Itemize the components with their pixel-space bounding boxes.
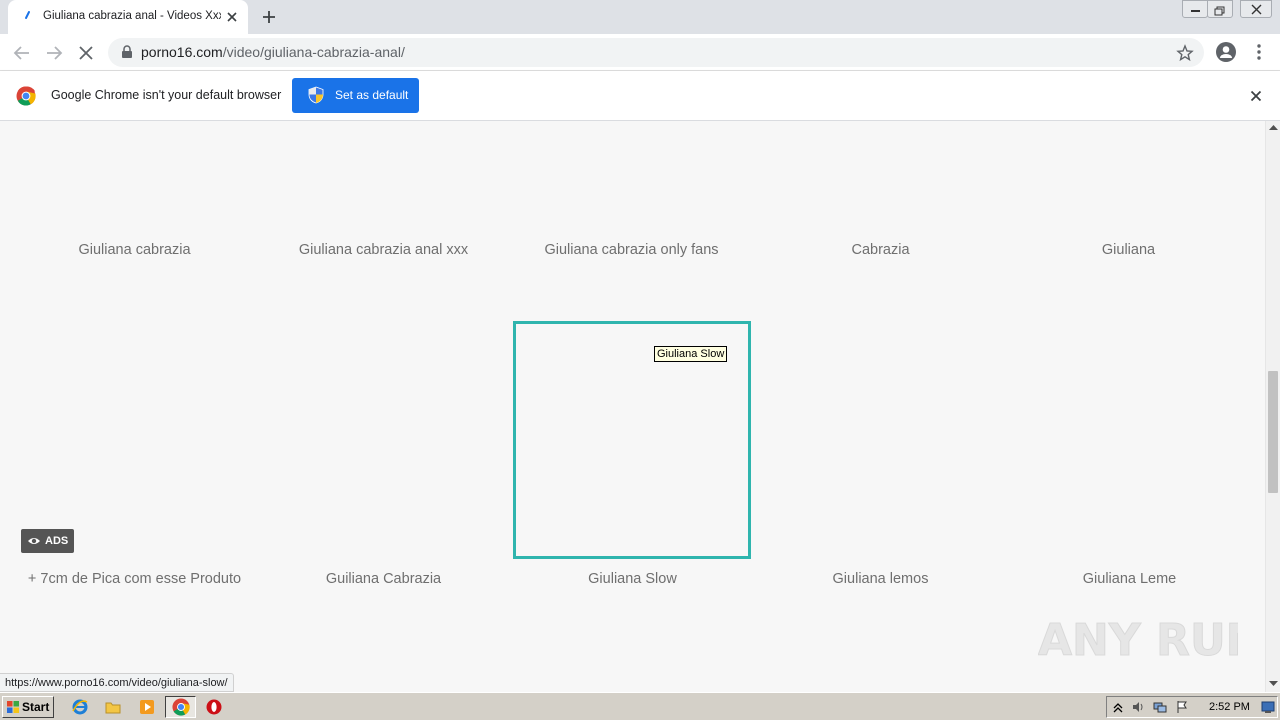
tab-title: Giuliana cabrazia anal - Videos Xxx | <box>43 10 221 22</box>
start-button[interactable]: Start <box>2 696 54 718</box>
video-link-guiliana-cabrazia[interactable]: Guiliana Cabrazia <box>259 571 508 587</box>
chrome-icon <box>172 698 190 716</box>
chrome-logo-icon <box>16 86 36 106</box>
account-icon[interactable] <box>1215 41 1237 63</box>
infobar-message: Google Chrome isn't your default browser <box>51 88 282 102</box>
action-center-flag-icon[interactable] <box>1175 700 1189 714</box>
minimize-icon <box>1191 10 1200 12</box>
status-bubble: https://www.porno16.com/video/giuliana-s… <box>0 673 234 692</box>
scrollbar-thumb[interactable] <box>1268 371 1278 493</box>
video-link-giuliana-slow[interactable]: Giuliana Slow <box>508 571 757 587</box>
windows-flag-icon <box>7 701 19 713</box>
start-label: Start <box>22 700 50 714</box>
ie-icon[interactable] <box>71 698 89 716</box>
lock-icon[interactable] <box>120 45 134 59</box>
watermark-text: ANY RUN <box>1038 615 1238 666</box>
anyrun-watermark: ANY RUN <box>1038 615 1238 667</box>
video-link-cabrazia[interactable]: Cabrazia <box>756 242 1005 258</box>
stop-loading-icon[interactable] <box>75 42 97 64</box>
url-path: /video/giuliana-cabrazia-anal/ <box>222 44 405 60</box>
video-link-giuliana-cabrazia-only-fans[interactable]: Giuliana cabrazia only fans <box>507 242 756 258</box>
window-close-button[interactable] <box>1240 0 1272 18</box>
ad-link-7cm[interactable]: + 7cm de Pica com esse Produto <box>10 571 259 587</box>
ads-label: ADS <box>45 535 69 547</box>
browser-toolbar: porno16.com/video/giuliana-cabrazia-anal… <box>0 34 1280 71</box>
shield-icon <box>308 86 324 104</box>
page-content: Giuliana cabrazia Giuliana cabrazia anal… <box>0 121 1265 692</box>
system-tray: 2:52 PM <box>1106 696 1278 718</box>
media-player-icon[interactable] <box>138 698 156 716</box>
set-as-default-button[interactable]: Set as default <box>292 78 419 113</box>
tab-strip: Giuliana cabrazia anal - Videos Xxx | <box>0 0 1280 34</box>
restore-icon <box>1214 6 1225 16</box>
back-arrow-icon[interactable] <box>11 42 33 64</box>
ads-badge: ADS <box>21 529 74 553</box>
video-link-giuliana[interactable]: Giuliana <box>1004 242 1253 258</box>
default-browser-infobar: Google Chrome isn't your default browser… <box>0 71 1280 121</box>
close-icon <box>1251 4 1262 15</box>
speaker-icon[interactable] <box>1131 700 1145 714</box>
forward-arrow-icon[interactable] <box>43 42 65 64</box>
eye-icon <box>28 538 40 544</box>
scroll-up-arrow-icon[interactable] <box>1269 124 1278 131</box>
opera-icon[interactable] <box>205 698 223 716</box>
show-desktop-icon[interactable] <box>1261 700 1275 714</box>
network-icon[interactable] <box>1153 700 1167 714</box>
windows-taskbar: Start 2:52 PM <box>0 692 1280 720</box>
restore-button[interactable] <box>1207 0 1233 18</box>
page-favicon-icon <box>25 11 30 19</box>
video-link-giuliana-cabrazia-anal-xxx[interactable]: Giuliana cabrazia anal xxx <box>259 242 508 258</box>
scroll-down-arrow-icon[interactable] <box>1269 680 1278 687</box>
more-vert-icon[interactable] <box>1250 42 1268 62</box>
close-icon[interactable] <box>1248 88 1264 104</box>
minimize-button[interactable] <box>1182 0 1208 18</box>
explorer-folder-icon[interactable] <box>104 698 122 716</box>
hover-tooltip: Giuliana Slow <box>654 346 728 362</box>
taskbar-chrome-button[interactable] <box>165 696 196 718</box>
address-bar[interactable]: porno16.com/video/giuliana-cabrazia-anal… <box>108 38 1204 67</box>
url-host: porno16.com <box>141 44 223 60</box>
video-link-giuliana-lemos[interactable]: Giuliana lemos <box>756 571 1005 587</box>
url-text[interactable]: porno16.com/video/giuliana-cabrazia-anal… <box>141 44 405 60</box>
star-icon[interactable] <box>1176 44 1194 62</box>
video-link-giuliana-leme[interactable]: Giuliana Leme <box>1005 571 1254 587</box>
close-icon[interactable] <box>224 9 240 25</box>
window-controls <box>1180 0 1280 20</box>
system-clock[interactable]: 2:52 PM <box>1209 701 1250 713</box>
vertical-scrollbar[interactable] <box>1265 121 1280 692</box>
plus-icon[interactable] <box>260 8 278 26</box>
video-link-giuliana-cabrazia[interactable]: Giuliana cabrazia <box>10 242 259 258</box>
tab-active[interactable]: Giuliana cabrazia anal - Videos Xxx | <box>8 0 248 34</box>
chevron-up-icon[interactable] <box>1111 700 1125 714</box>
set-as-default-label: Set as default <box>335 88 409 102</box>
